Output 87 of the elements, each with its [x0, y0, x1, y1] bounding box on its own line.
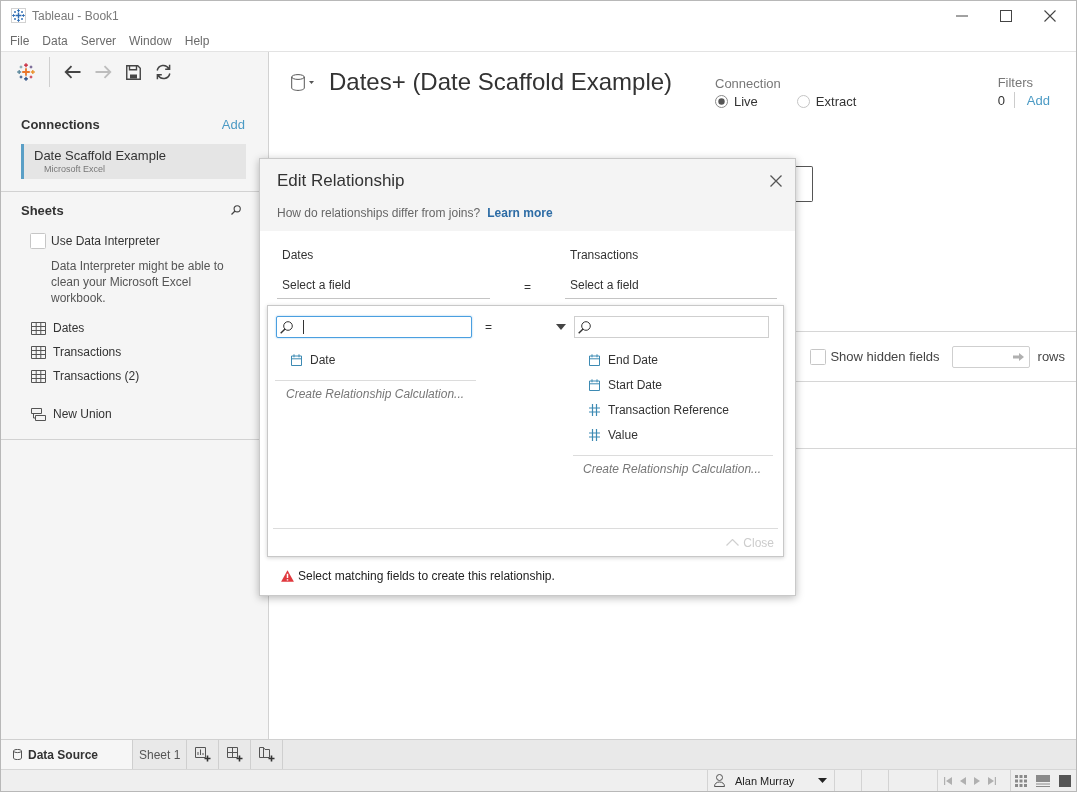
maximize-icon[interactable] [1000, 9, 1012, 22]
sheet-item[interactable]: Dates [53, 321, 85, 335]
row-count-field[interactable] [951, 345, 1030, 368]
dialog-title: Edit Relationship [277, 171, 405, 191]
database-icon [13, 749, 22, 760]
sheet-tab[interactable]: Data Source [1, 740, 133, 769]
window-title: Tableau - Book1 [32, 8, 119, 23]
interpreter-note: Data Interpreter might be able to clean your Microsoft Excel workbook. [51, 258, 225, 306]
menu-item[interactable]: Data [42, 33, 68, 48]
help-text: How do relationships differ from joins? [277, 205, 481, 221]
warning-message: Select matching fields to create this relationship. [298, 568, 555, 584]
menu-item[interactable]: File [10, 33, 30, 48]
field-item[interactable]: Date [310, 352, 336, 367]
user-name[interactable]: Alan Murray [735, 774, 795, 787]
square-view-icon[interactable] [1059, 774, 1071, 787]
person-icon [714, 774, 725, 787]
caret-down-icon[interactable] [818, 778, 827, 783]
save-icon[interactable] [126, 64, 141, 80]
caret-down-icon [556, 324, 566, 330]
search-icon [280, 320, 293, 334]
sheet-item[interactable]: Transactions (2) [53, 369, 140, 383]
menu-item[interactable]: Window [129, 33, 172, 48]
hash-icon [589, 428, 600, 441]
refresh-icon[interactable] [155, 64, 172, 80]
table-name: Dates [281, 247, 315, 263]
rows-label: rows [1037, 349, 1065, 364]
caret-down-icon[interactable] [309, 80, 314, 84]
menu-item[interactable]: Help [184, 33, 210, 48]
equals-operator: = [524, 279, 531, 294]
search-icon [578, 320, 591, 334]
field-item[interactable]: End Date [608, 352, 659, 367]
table-name: Transactions [569, 247, 640, 263]
section-title: Connections [21, 116, 100, 132]
checkbox-label[interactable]: Use Data Interpreter [51, 234, 160, 248]
app-logo-icon [11, 8, 26, 23]
calendar-icon [589, 353, 600, 366]
calendar-icon [291, 353, 302, 366]
radio-label[interactable]: Live [734, 93, 758, 109]
create-calculation-link[interactable]: Create Relationship Calculation... [275, 380, 476, 402]
dot-grid-icon[interactable] [1015, 774, 1027, 787]
sheet-item[interactable]: New Union [53, 407, 112, 421]
checkbox-label[interactable]: Show hidden fields [830, 349, 940, 364]
table-icon [31, 345, 46, 359]
caret-up-icon [726, 539, 740, 546]
checkbox[interactable] [30, 233, 46, 249]
table-icon [31, 321, 46, 335]
create-calculation-link[interactable]: Create Relationship Calculation... [573, 455, 773, 477]
table-icon [31, 369, 46, 383]
data-source-title: Dates+ (Date Scaffold Example) [329, 67, 673, 97]
radio-button[interactable] [715, 94, 728, 108]
page-plus-icon[interactable] [258, 747, 275, 762]
connection-label: Connection [715, 76, 782, 92]
learn-more-link[interactable]: Learn more [487, 205, 553, 221]
calendar-icon [589, 378, 600, 391]
operator-dropdown[interactable]: = [472, 316, 574, 338]
connection-type: Microsoft Excel [44, 163, 105, 175]
close-icon[interactable] [1044, 9, 1056, 22]
search-field[interactable] [574, 316, 769, 338]
field-select[interactable]: Select a field [565, 272, 777, 299]
menu-item[interactable]: Server [80, 33, 117, 48]
checkbox[interactable] [810, 348, 827, 365]
warning-icon [281, 570, 294, 582]
connection-item[interactable]: Date Scaffold Example Microsoft Excel [21, 144, 246, 179]
field-select[interactable]: Select a field [277, 272, 490, 299]
database-icon[interactable] [291, 73, 305, 91]
section-title: Sheets [21, 202, 64, 218]
search-icon[interactable] [231, 205, 241, 215]
radio-label[interactable]: Extract [815, 93, 857, 109]
union-icon [31, 407, 46, 421]
grid-plus-icon[interactable] [226, 747, 243, 762]
field-item[interactable]: Transaction Reference [608, 402, 729, 417]
field-item[interactable]: Value [608, 427, 638, 442]
filters-label: Filters [997, 75, 1034, 91]
back-arrow-icon[interactable] [64, 65, 81, 79]
text-cursor [303, 320, 304, 334]
minimize-icon[interactable] [956, 14, 968, 17]
radio-button[interactable] [796, 94, 810, 108]
hash-icon [589, 403, 600, 416]
filter-count: 0 [997, 92, 1005, 108]
rows-view-icon[interactable] [1036, 774, 1050, 787]
app-logo-icon[interactable] [17, 63, 35, 81]
sheet-item[interactable]: Transactions [53, 345, 122, 359]
close-icon[interactable] [770, 175, 782, 187]
field-item[interactable]: Start Date [608, 377, 663, 392]
connection-name: Date Scaffold Example [34, 148, 166, 163]
bar-chart-plus-icon[interactable] [194, 747, 211, 762]
search-field[interactable] [276, 316, 472, 338]
